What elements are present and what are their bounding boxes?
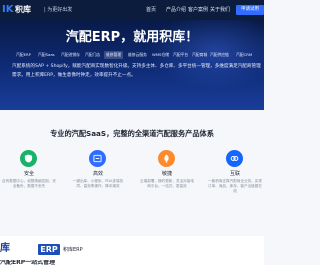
feature-name: 互联 <box>229 171 240 177</box>
nav-products[interactable]: 产品介绍 <box>166 6 186 14</box>
erp-logo-text: 库 <box>0 243 10 254</box>
feature-desc: 自有数据中心，权限精细控制，安全备份，数据不丢失 <box>2 179 56 188</box>
hero-keyword-chips: 汽配ERP 汽配Saas 汽配进销存 汽配门店 维修管理 维修云服务 WMS仓储… <box>14 51 264 59</box>
erp-subtitle: 汽配ERP一站式管理 <box>0 260 56 265</box>
logo-text: 积库 <box>15 5 31 14</box>
chip-1[interactable]: 汽配Saas <box>36 51 57 59</box>
chip-10[interactable]: 汽配CRM <box>234 51 254 59</box>
chip-2[interactable]: 汽配进销存 <box>59 51 82 59</box>
apply-trial-button[interactable]: 申请试用 <box>236 5 264 15</box>
chip-9[interactable]: 汽配供应链 <box>208 51 231 59</box>
erp-product-name: 积库ERP <box>63 247 83 253</box>
brand-slogan: | 为更好出发 <box>44 7 73 13</box>
nav-cases[interactable]: 客户案例 <box>188 6 208 14</box>
top-nav-bar: IK 积库 | 为更好出发 首页 产品介绍 客户案例 关于我们 申请试用 <box>0 0 264 20</box>
hero-banner: 汽配ERP，就用积库！ 汽配ERP 汽配Saas 汽配进销存 汽配门店 维修管理… <box>0 20 264 110</box>
feature-card-security: 安全 自有数据中心，权限精细控制，安全备份，数据不丢失 <box>0 150 58 200</box>
nav-home[interactable]: 首页 <box>146 6 156 14</box>
brand-logo[interactable]: IK 积库 <box>0 3 44 17</box>
feature-card-connected: 互联 一套积库支撑汽配商全业务，实现订单、商品、库存、客户全链路在线 <box>206 150 264 200</box>
feature-desc: 云端部署，随时更新，灵活对接电商平台，一站式、更高效 <box>140 179 194 188</box>
chip-8[interactable]: 汽配商城 <box>190 51 209 59</box>
rocket-icon <box>158 150 175 167</box>
chip-5[interactable]: 维修云服务 <box>126 51 149 59</box>
chip-4[interactable]: 维修管理 <box>104 51 124 59</box>
erp-badge: ERP <box>38 244 60 255</box>
chip-6[interactable]: WMS仓储 <box>150 51 171 59</box>
feature-desc: 一套积库支撑汽配商全业务，实现订单、商品、库存、客户全链路在线 <box>208 179 262 193</box>
chip-7[interactable]: 汽配平台 <box>171 51 190 59</box>
erp-product-band: 库 ERP 积库ERP 汽配ERP一站式管理 <box>0 236 264 265</box>
shield-icon <box>20 150 37 167</box>
bolt-icon <box>89 150 106 167</box>
link-icon <box>226 150 243 167</box>
hero-description: 汽配系统的SAP + Shopify，赋能汽配商实现数智化升级。支持多主体、多仓… <box>12 64 261 78</box>
feature-card-efficient: 高效 一键出库、小程序、PDA多端协同，高效率操作，降本增效 <box>69 150 127 200</box>
hero-title: 汽配ERP，就用积库！ <box>65 30 199 45</box>
chip-0[interactable]: 汽配ERP <box>14 51 33 59</box>
feature-desc: 一键出库、小程序、PDA多端协同，高效率操作，降本增效 <box>72 179 124 188</box>
feature-card-agile: 敏捷 云端部署，随时更新，灵活对接电商平台，一站式、更高效 <box>138 150 196 200</box>
feature-name: 安全 <box>23 171 34 177</box>
nav-about[interactable]: 关于我们 <box>210 6 230 14</box>
feature-name: 敏捷 <box>161 171 172 177</box>
feature-name: 高效 <box>92 171 103 177</box>
chip-3[interactable]: 汽配门店 <box>83 51 102 59</box>
features-section-title: 专业的汽配SaaS，完整的全渠道汽配服务产品体系 <box>50 129 214 138</box>
